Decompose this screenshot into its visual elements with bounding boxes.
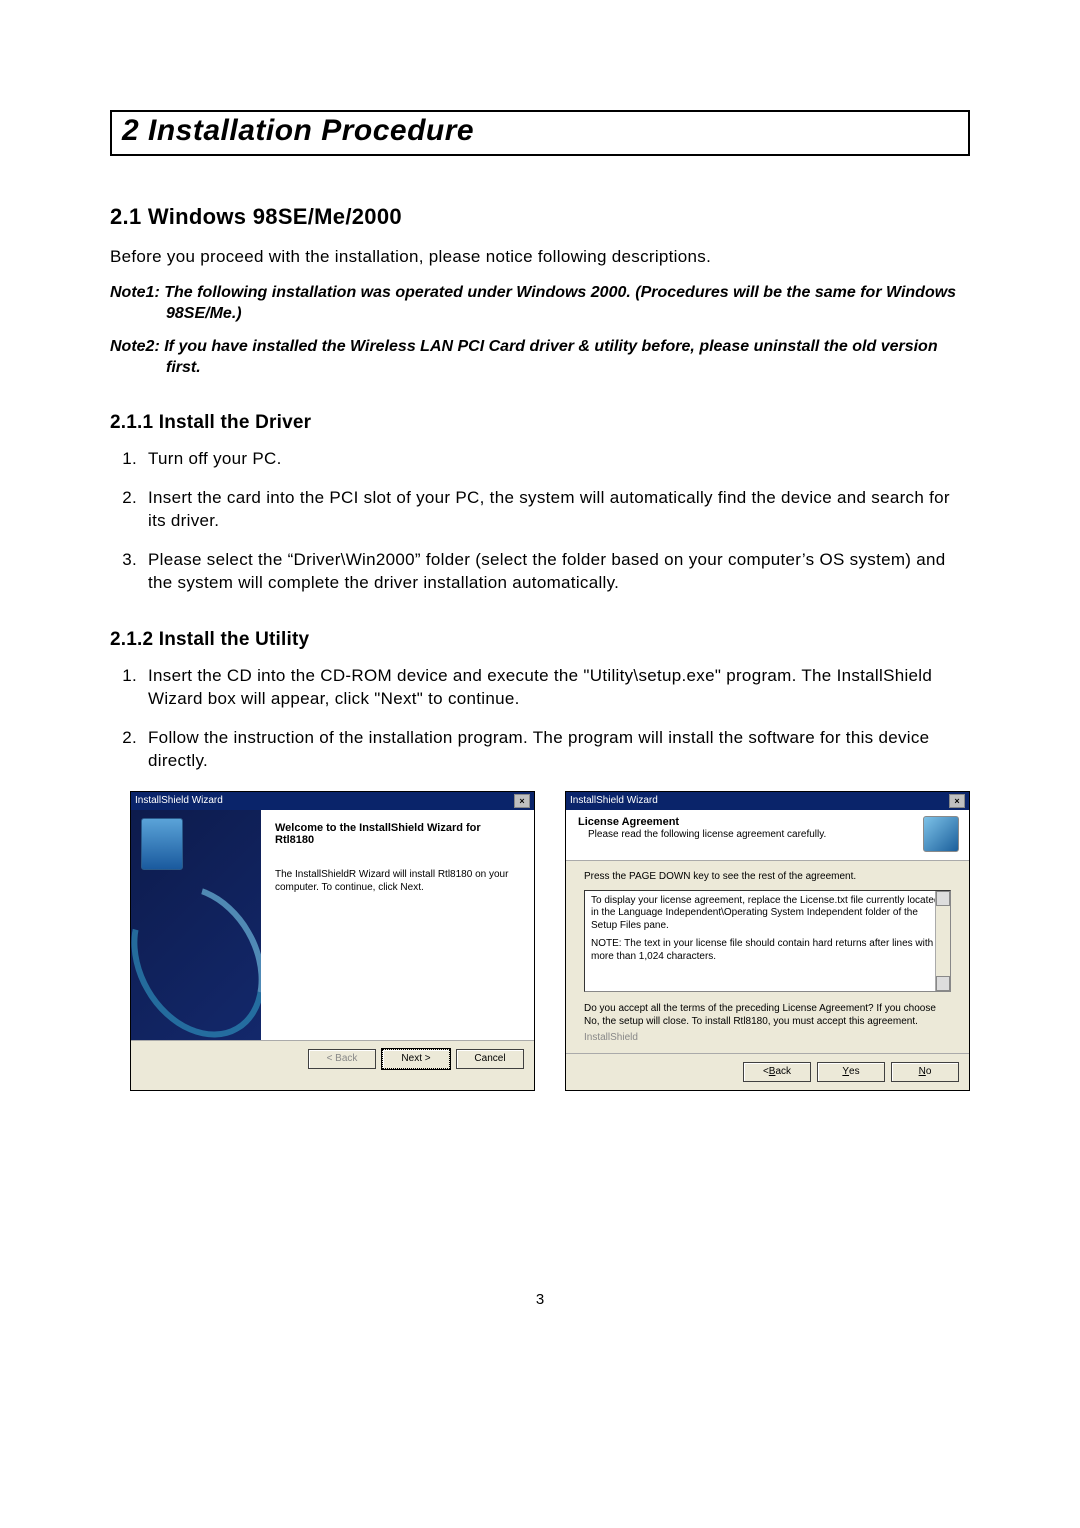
list-item: Insert the CD into the CD-ROM device and… (142, 665, 970, 711)
section-2-1-title: 2.1 Windows 98SE/Me/2000 (110, 204, 970, 230)
wizard-body-text: The InstallShieldR Wizard will install R… (275, 868, 520, 894)
license-line: NOTE: The text in your license file shou… (591, 938, 944, 963)
license-header-title: License Agreement (578, 816, 826, 828)
window-title: InstallShield Wizard (570, 795, 658, 806)
section-intro: Before you proceed with the installation… (110, 246, 970, 267)
chapter-heading-box: 2 Installation Procedure (110, 110, 970, 156)
section-2-1-2-title: 2.1.2 Install the Utility (110, 629, 970, 651)
close-icon[interactable]: × (514, 794, 530, 808)
installshield-label: InstallShield (584, 1032, 951, 1043)
yes-button[interactable]: Yes (817, 1062, 885, 1082)
wizard-sidebar-graphic (131, 810, 261, 1040)
chapter-title: 2 Installation Procedure (122, 114, 958, 148)
list-item: Insert the card into the PCI slot of you… (142, 487, 970, 533)
page-number: 3 (110, 1291, 970, 1308)
section-2-1-1-title: 2.1.1 Install the Driver (110, 412, 970, 434)
note2: Note2: If you have installed the Wireles… (110, 337, 970, 379)
no-button[interactable]: No (891, 1062, 959, 1082)
back-button[interactable]: < Back (743, 1062, 811, 1082)
cancel-button[interactable]: Cancel (456, 1049, 524, 1069)
software-box-icon (141, 818, 183, 870)
installer-icon (923, 816, 959, 852)
install-wizard-license: InstallShield Wizard × License Agreement… (565, 791, 970, 1091)
license-accept-text: Do you accept all the terms of the prece… (584, 1002, 951, 1028)
swirl-graphic (131, 860, 261, 1040)
scrollbar[interactable] (935, 891, 950, 991)
license-header-sub: Please read the following license agreem… (588, 829, 826, 840)
back-button: < Back (308, 1049, 376, 1069)
license-textbox[interactable]: To display your license agreement, repla… (584, 890, 951, 992)
install-wizard-welcome: InstallShield Wizard × Welcome to the In… (130, 791, 535, 1091)
list-item: Please select the “Driver\Win2000” folde… (142, 549, 970, 595)
license-instruction: Press the PAGE DOWN key to see the rest … (584, 871, 951, 882)
titlebar: InstallShield Wizard × (131, 792, 534, 810)
list-item: Follow the instruction of the installati… (142, 727, 970, 773)
license-line: To display your license agreement, repla… (591, 895, 944, 933)
note1: Note1: The following installation was op… (110, 283, 970, 325)
utility-steps: Insert the CD into the CD-ROM device and… (110, 665, 970, 773)
close-icon[interactable]: × (949, 794, 965, 808)
window-title: InstallShield Wizard (135, 795, 223, 806)
list-item: Turn off your PC. (142, 448, 970, 471)
wizard-heading: Welcome to the InstallShield Wizard for … (275, 822, 520, 846)
next-button[interactable]: Next > (382, 1049, 450, 1069)
driver-steps: Turn off your PC. Insert the card into t… (110, 448, 970, 595)
titlebar: InstallShield Wizard × (566, 792, 969, 810)
